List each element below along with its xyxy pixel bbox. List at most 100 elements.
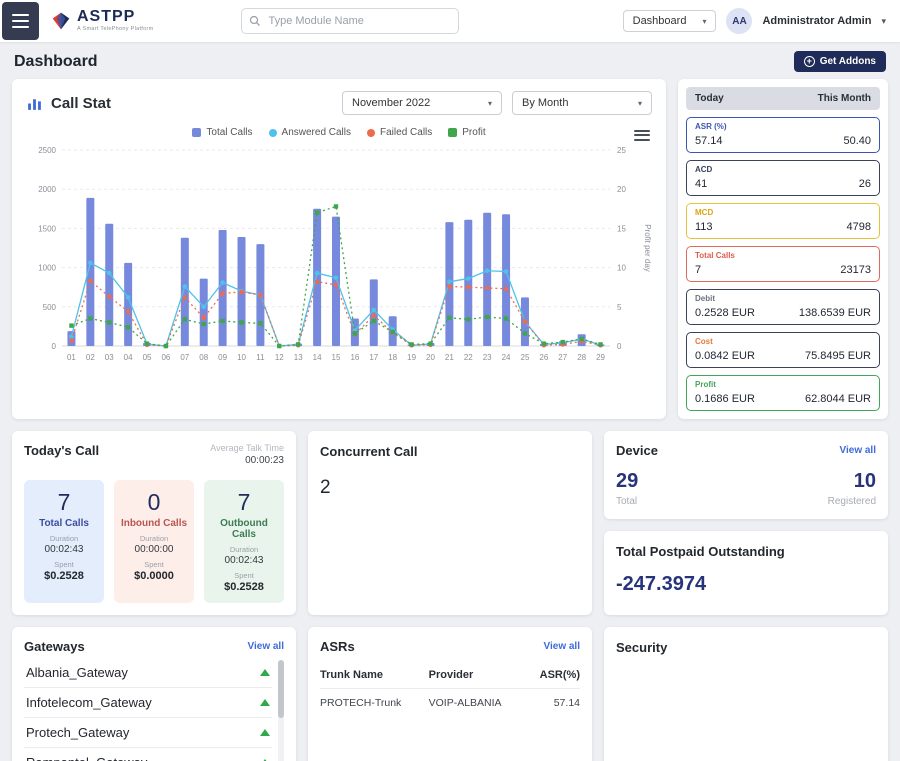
legend-label: Total Calls [206, 127, 252, 138]
asr-cell: 57.14 [526, 689, 580, 718]
security-card: Security [604, 627, 888, 761]
module-search [241, 8, 459, 34]
call-stat-chart: 050010001500200025000510152025Profit per… [26, 142, 652, 366]
svg-text:15: 15 [332, 353, 341, 362]
search-icon [249, 15, 261, 27]
summary-row-label: Cost [695, 337, 871, 346]
svg-text:20: 20 [617, 185, 626, 194]
svg-text:04: 04 [124, 353, 133, 362]
summary-month-value: 62.8044 EUR [805, 393, 871, 405]
astpp-logo[interactable]: ASTPP A Smart TelePhony Platform [51, 9, 153, 33]
svg-text:05: 05 [143, 353, 152, 362]
gateway-row-albania-gateway[interactable]: Albania_Gateway [24, 658, 272, 688]
device-registered-value: 10 [828, 470, 876, 493]
summary-row-label: Profit [695, 380, 871, 389]
asrs-title: ASRs [320, 639, 355, 654]
summary-month-value: 4798 [847, 221, 871, 233]
summary-row-debit: Debit0.2528 EUR138.6539 EUR [686, 289, 880, 325]
scrollbar-track [278, 660, 284, 761]
legend-item-total-calls[interactable]: Total Calls [192, 127, 252, 138]
legend-item-profit[interactable]: Profit [448, 127, 485, 138]
summary-row-label: Total Calls [695, 251, 871, 260]
scrollbar-thumb[interactable] [278, 660, 284, 718]
summary-month-value: 138.6539 EUR [799, 307, 871, 319]
menu-toggle-button[interactable] [2, 2, 39, 40]
summary-col-month: This Month [818, 93, 871, 104]
asr-table-row[interactable]: PROTECH-TrunkVOIP-ALBANIA57.14 [320, 689, 580, 718]
stat-duration-label: Duration [28, 534, 100, 543]
gateway-name: Rampantel_Gateway [26, 755, 147, 761]
gateways-view-all-link[interactable]: View all [247, 641, 284, 652]
svg-text:25: 25 [521, 353, 530, 362]
dashboard-dropdown[interactable]: Dashboard ▾ [623, 10, 717, 32]
summary-row-cost: Cost0.0842 EUR75.8495 EUR [686, 332, 880, 368]
device-card: Device View all 29 Total 10 Registered [604, 431, 888, 519]
legend-label: Failed Calls [380, 127, 432, 138]
legend-item-answered-calls[interactable]: Answered Calls [269, 127, 351, 138]
postpaid-title: Total Postpaid Outstanding [616, 544, 785, 559]
gateway-row-rampantel-gateway[interactable]: Rampantel_Gateway [24, 748, 272, 761]
legend-marker-icon [448, 128, 457, 137]
call-stat-card: Call Stat November 2022 ▾ By Month ▾ Tot… [12, 79, 666, 419]
legend-label: Profit [462, 127, 485, 138]
plus-icon: + [804, 56, 815, 67]
device-total-label: Total [616, 496, 638, 507]
chart-menu-icon[interactable] [634, 127, 650, 143]
stat-spent-value: $0.2528 [208, 581, 280, 593]
svg-text:0: 0 [617, 342, 622, 351]
legend-item-failed-calls[interactable]: Failed Calls [367, 127, 432, 138]
gateway-name: Infotelecom_Gateway [26, 695, 152, 710]
call-stat-title: Call Stat [51, 95, 111, 112]
chevron-down-icon: ▾ [638, 99, 642, 108]
svg-text:07: 07 [180, 353, 189, 362]
summary-today-value: 0.1686 EUR [695, 393, 755, 405]
get-addons-label: Get Addons [820, 56, 876, 67]
logo-tagline: A Smart TelePhony Platform [77, 27, 153, 33]
security-title: Security [616, 640, 667, 655]
summary-row-label: ASR (%) [695, 122, 871, 131]
svg-text:500: 500 [43, 303, 57, 312]
asr-cell: VOIP-ALBANIA [429, 689, 526, 718]
stat-value: 0 [118, 489, 190, 516]
gateways-title: Gateways [24, 639, 85, 654]
todays-call-card: Today's Call Average Talk Time 00:00:23 … [12, 431, 296, 615]
get-addons-button[interactable]: + Get Addons [794, 51, 886, 72]
page-header: Dashboard + Get Addons [0, 42, 900, 79]
svg-text:11: 11 [256, 353, 265, 362]
legend-marker-icon [192, 128, 201, 137]
gateways-list: Albania_Gateway Infotelecom_Gateway Protec… [24, 658, 284, 761]
summary-row-label: ACD [695, 165, 871, 174]
svg-text:27: 27 [558, 353, 567, 362]
device-registered-label: Registered [828, 496, 876, 507]
summary-today-value: 7 [695, 264, 701, 276]
asrs-view-all-link[interactable]: View all [543, 641, 580, 652]
summary-header: Today This Month [686, 87, 880, 110]
module-search-input[interactable] [241, 8, 459, 34]
svg-text:10: 10 [237, 353, 246, 362]
device-view-all-link[interactable]: View all [839, 445, 876, 456]
stat-spent-label: Spent [28, 560, 100, 569]
user-menu-chevron-icon[interactable]: ▾ [881, 16, 886, 27]
asr-cell: PROTECH-Trunk [320, 689, 429, 718]
status-up-icon [260, 699, 270, 706]
summary-row-label: Debit [695, 294, 871, 303]
svg-text:23: 23 [483, 353, 492, 362]
asr-column-asr: ASR(%) [526, 662, 580, 689]
period-dropdown[interactable]: By Month ▾ [512, 91, 652, 115]
summary-month-value: 75.8495 EUR [805, 350, 871, 362]
summary-month-value: 50.40 [843, 135, 871, 147]
gateway-row-protech-gateway[interactable]: Protech_Gateway [24, 718, 272, 748]
svg-text:2000: 2000 [38, 185, 56, 194]
stat-duration-value: 00:00:00 [118, 544, 190, 555]
device-title: Device [616, 443, 658, 458]
month-dropdown[interactable]: November 2022 ▾ [342, 91, 502, 115]
svg-text:09: 09 [218, 353, 227, 362]
svg-text:03: 03 [105, 353, 114, 362]
astpp-logo-icon [51, 11, 71, 31]
svg-text:29: 29 [596, 353, 605, 362]
gateway-row-infotelecom-gateway[interactable]: Infotelecom_Gateway [24, 688, 272, 718]
avatar[interactable]: AA [726, 8, 752, 34]
stat-spent-label: Spent [118, 560, 190, 569]
svg-text:5: 5 [617, 303, 622, 312]
stat-label: Total Calls [28, 518, 100, 529]
